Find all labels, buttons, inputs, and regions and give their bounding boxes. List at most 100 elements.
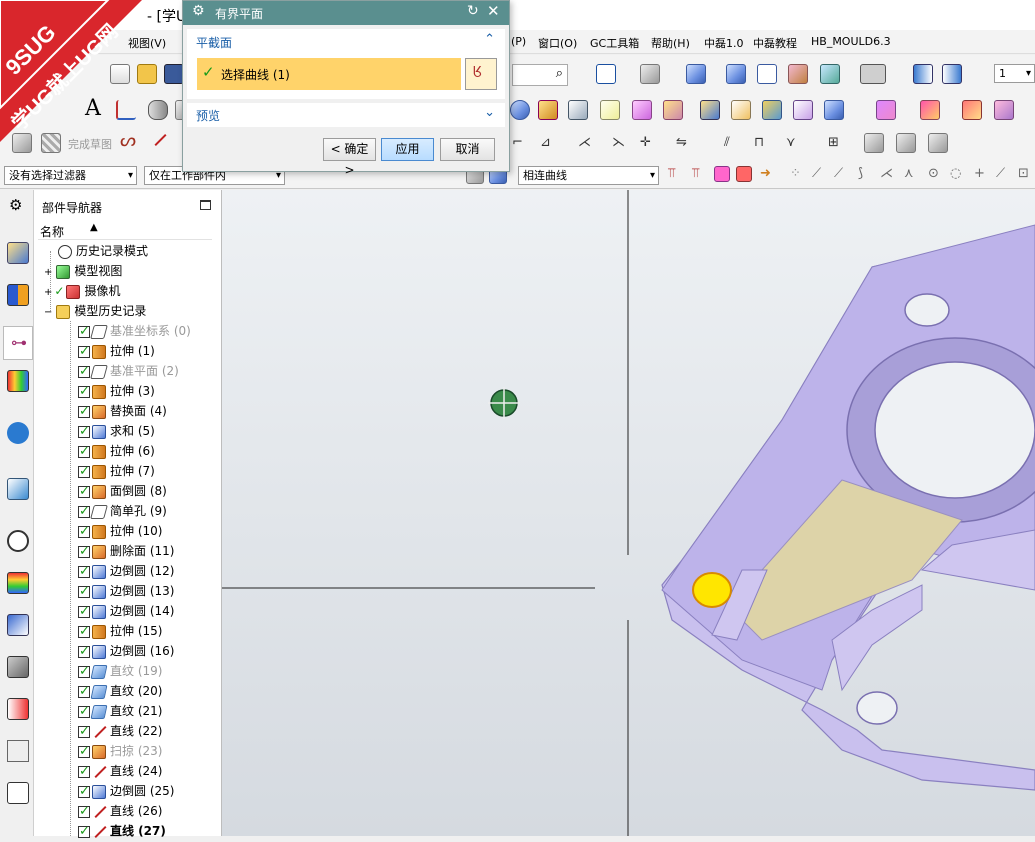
section-title[interactable]: 平截面 xyxy=(196,34,232,51)
menu-zhonglei[interactable]: 中磊1.0 xyxy=(704,35,744,51)
snap-midpoint-icon[interactable]: ⫪ xyxy=(692,166,699,181)
tree-node-model-views[interactable]: + 模型视图 xyxy=(44,261,122,281)
curve-selector-button[interactable]: ᖉ xyxy=(465,58,497,90)
fillet-curve-icon[interactable]: ⋌ xyxy=(578,135,591,150)
menu-zhonglei-tutorial[interactable]: 中磊教程 xyxy=(753,35,797,51)
feature-checkbox[interactable] xyxy=(78,402,90,422)
feature-checkbox[interactable] xyxy=(78,342,90,362)
chevron-up-icon[interactable]: ⌃ xyxy=(484,32,495,47)
feature-checkbox[interactable] xyxy=(78,682,90,702)
snap-arc-center-icon[interactable]: ⊙ xyxy=(928,166,939,181)
manufacturing-wizard-icon[interactable] xyxy=(7,656,29,678)
collapse-minus-icon[interactable]: − xyxy=(44,307,52,318)
static-wireframe-icon[interactable] xyxy=(726,64,746,84)
feature-checkbox[interactable] xyxy=(78,782,90,802)
feature-row[interactable]: 直线 (27) xyxy=(78,821,166,842)
apply-button[interactable]: 应用 xyxy=(381,138,434,161)
layer-move-icon[interactable] xyxy=(913,64,933,84)
settings-gear-icon[interactable]: ⚙ xyxy=(9,196,22,214)
snap-endpoint-icon[interactable]: ⫪ xyxy=(668,166,675,181)
expand-plus-icon[interactable]: + xyxy=(44,267,52,278)
feature-checkbox[interactable] xyxy=(78,542,90,562)
arrow-right-icon[interactable]: ➜ xyxy=(760,166,771,181)
boolean-icon[interactable] xyxy=(538,100,558,120)
menu-gc-toolbox[interactable]: GC工具箱 xyxy=(590,35,639,51)
trim-body-icon[interactable] xyxy=(762,100,782,120)
feature-row[interactable]: 拉伸 (15) xyxy=(78,621,162,642)
feature-checkbox[interactable] xyxy=(78,602,90,622)
close-icon[interactable]: ✕ xyxy=(487,2,500,20)
snap-control-icon[interactable]: ⟆ xyxy=(858,166,863,181)
view-orient-icon[interactable] xyxy=(640,64,660,84)
divide-curve-icon[interactable]: ✛ xyxy=(640,135,651,150)
assembly-icon[interactable] xyxy=(864,133,884,153)
mounting-hole[interactable] xyxy=(904,293,950,327)
snap-tangent-icon[interactable]: ⋏ xyxy=(904,166,914,181)
cylinder-icon[interactable] xyxy=(148,100,168,120)
snap-on-face-icon[interactable]: ⊡ xyxy=(1018,166,1029,181)
assembly-navigator-icon[interactable] xyxy=(7,242,29,264)
studio-icon[interactable] xyxy=(820,64,840,84)
feature-row[interactable]: 面倒圆 (8) xyxy=(78,481,167,502)
snap-on-curve-icon[interactable]: ⟋ xyxy=(996,166,1005,181)
draft-icon[interactable] xyxy=(600,100,620,120)
face-analysis-icon[interactable] xyxy=(788,64,808,84)
trim-curve-icon[interactable]: ⌐ xyxy=(512,135,523,150)
wave-link-icon[interactable] xyxy=(896,133,916,153)
shell-icon[interactable] xyxy=(568,100,588,120)
feature-row[interactable]: 基准坐标系 (0) xyxy=(78,321,191,342)
tree-node-history-mode[interactable]: 历史记录模式 xyxy=(58,241,148,261)
feature-checkbox[interactable] xyxy=(78,722,90,742)
system-scenes-icon[interactable] xyxy=(7,740,29,762)
cancel-button[interactable]: 取消 xyxy=(440,138,495,161)
fit-view-icon[interactable] xyxy=(596,64,616,84)
feature-row[interactable]: 边倒圆 (16) xyxy=(78,641,174,662)
feature-row[interactable]: 求和 (5) xyxy=(78,421,155,442)
feature-row[interactable]: 拉伸 (1) xyxy=(78,341,155,362)
snap-face-icon[interactable] xyxy=(714,166,730,182)
snap-point-icon[interactable]: + xyxy=(974,166,985,181)
feature-row[interactable]: 拉伸 (6) xyxy=(78,441,155,462)
snap-quadrant-icon[interactable]: ◌ xyxy=(950,166,961,181)
extend-curve-icon[interactable]: ⊿ xyxy=(540,135,551,150)
feature-row[interactable]: 直纹 (19) xyxy=(78,661,162,682)
sort-ascending-icon[interactable]: ▲ xyxy=(90,222,98,233)
preview-title[interactable]: 预览 xyxy=(196,107,220,124)
feature-checkbox[interactable] xyxy=(78,702,90,722)
feature-row[interactable]: 直线 (24) xyxy=(78,761,162,782)
process-studio-icon[interactable] xyxy=(7,614,29,636)
snap-mid-icon[interactable]: ⟋ xyxy=(834,166,843,181)
background-icon[interactable] xyxy=(860,64,886,84)
feature-row[interactable]: 直纹 (21) xyxy=(78,701,162,722)
feature-row[interactable]: 直纹 (20) xyxy=(78,681,162,702)
palette-list-icon[interactable] xyxy=(7,782,29,804)
feature-checkbox[interactable] xyxy=(78,642,90,662)
feature-checkbox[interactable] xyxy=(78,422,90,442)
web-browser-icon[interactable] xyxy=(7,478,29,500)
feature-row[interactable]: 替换面 (4) xyxy=(78,401,167,422)
feature-checkbox[interactable] xyxy=(78,622,90,642)
feature-row[interactable]: 拉伸 (10) xyxy=(78,521,162,542)
intersect-tool-icon[interactable] xyxy=(994,100,1014,120)
menu-hb-mould[interactable]: HB_MOULD6.3 xyxy=(811,35,891,48)
pattern-icon[interactable] xyxy=(824,100,844,120)
highlight-point[interactable] xyxy=(692,572,732,608)
menu-window[interactable]: 窗口(O) xyxy=(538,35,577,51)
layer-select[interactable]: 1 xyxy=(994,64,1035,83)
project-curve-icon[interactable]: ⫽ xyxy=(724,135,730,150)
sphere-icon[interactable] xyxy=(510,100,530,120)
feature-row[interactable]: 拉伸 (7) xyxy=(78,461,155,482)
feature-checkbox[interactable] xyxy=(78,762,90,782)
subtract-tool-icon[interactable] xyxy=(920,100,940,120)
feature-row[interactable]: 边倒圆 (12) xyxy=(78,561,174,582)
feature-checkbox[interactable] xyxy=(78,802,90,822)
history-clock-icon[interactable] xyxy=(7,530,29,552)
scale-icon[interactable] xyxy=(663,100,683,120)
feature-row[interactable]: 基准平面 (2) xyxy=(78,361,179,382)
feature-checkbox[interactable] xyxy=(78,662,90,682)
feature-row[interactable]: 直线 (26) xyxy=(78,801,162,822)
dialog-gear-icon[interactable]: ⚙ xyxy=(192,3,205,19)
snap-body-icon[interactable] xyxy=(736,166,752,182)
feature-row[interactable]: 边倒圆 (14) xyxy=(78,601,174,622)
snap-intersect-icon[interactable]: ⋌ xyxy=(880,166,893,181)
